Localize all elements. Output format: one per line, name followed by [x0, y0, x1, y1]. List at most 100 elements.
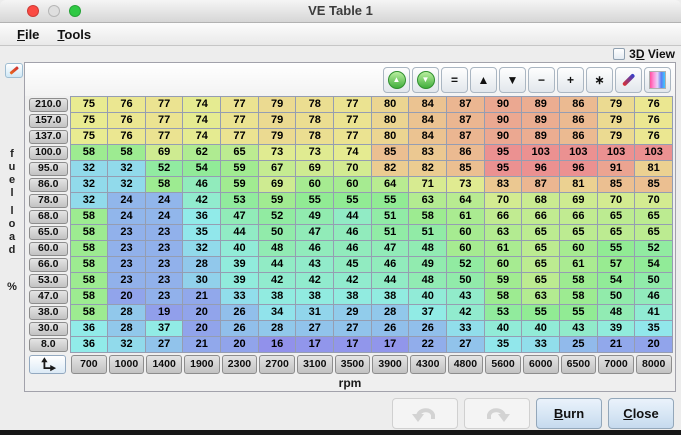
table-cell[interactable]: 52 [634, 240, 673, 257]
table-cell[interactable]: 32 [69, 160, 109, 177]
table-cell[interactable]: 38 [333, 288, 372, 305]
table-cell[interactable]: 76 [107, 96, 146, 113]
table-cell[interactable]: 80 [370, 128, 410, 145]
table-cell[interactable]: 23 [107, 224, 146, 241]
table-cell[interactable]: 58 [69, 256, 109, 273]
3d-view-checkbox[interactable] [613, 48, 626, 60]
table-cell[interactable]: 48 [596, 304, 636, 321]
table-cell[interactable]: 27 [144, 336, 184, 353]
table-cell[interactable]: 58 [69, 304, 109, 321]
table-cell[interactable]: 28 [107, 304, 146, 321]
column-header-button[interactable]: 8000 [635, 355, 672, 374]
table-cell[interactable]: 85 [370, 144, 410, 161]
table-cell[interactable]: 77 [144, 96, 184, 113]
table-cell[interactable]: 25 [559, 336, 598, 353]
table-cell[interactable]: 70 [596, 192, 636, 209]
row-header-button[interactable]: 53.0 [29, 273, 68, 288]
table-cell[interactable]: 55 [370, 192, 410, 209]
table-cell[interactable]: 77 [220, 96, 259, 113]
table-cell[interactable]: 58 [69, 208, 109, 225]
table-cell[interactable]: 70 [483, 192, 523, 209]
table-cell[interactable]: 53 [220, 192, 259, 209]
table-cell[interactable]: 70 [634, 192, 673, 209]
table-cell[interactable]: 44 [370, 272, 410, 289]
row-header-button[interactable]: 66.0 [29, 257, 68, 272]
table-cell[interactable]: 58 [144, 176, 184, 193]
table-cell[interactable]: 75 [69, 128, 109, 145]
table-cell[interactable]: 84 [408, 96, 448, 113]
table-cell[interactable]: 76 [107, 128, 146, 145]
close-window-button[interactable] [27, 5, 39, 17]
row-header-button[interactable]: 78.0 [29, 193, 68, 208]
table-cell[interactable]: 58 [408, 208, 448, 225]
pencil-button[interactable] [615, 66, 642, 93]
table-cell[interactable]: 30 [182, 272, 222, 289]
table-cell[interactable]: 65 [220, 144, 259, 161]
table-cell[interactable]: 79 [596, 128, 636, 145]
table-cell[interactable]: 58 [69, 272, 109, 289]
table-cell[interactable]: 23 [144, 240, 184, 257]
table-cell[interactable]: 51 [408, 224, 448, 241]
table-cell[interactable]: 40 [408, 288, 448, 305]
table-cell[interactable]: 32 [107, 176, 146, 193]
table-cell[interactable]: 36 [182, 208, 222, 225]
table-cell[interactable]: 32 [107, 336, 146, 353]
table-cell[interactable]: 103 [521, 144, 561, 161]
table-cell[interactable]: 60 [333, 176, 372, 193]
column-header-button[interactable]: 1900 [183, 355, 220, 374]
row-header-button[interactable]: 38.0 [29, 305, 68, 320]
table-cell[interactable]: 95 [483, 160, 523, 177]
table-cell[interactable]: 20 [220, 336, 259, 353]
table-cell[interactable]: 58 [483, 288, 523, 305]
table-cell[interactable]: 28 [182, 256, 222, 273]
table-cell[interactable]: 77 [144, 128, 184, 145]
row-header-button[interactable]: 86.0 [29, 177, 68, 192]
table-cell[interactable]: 40 [483, 320, 523, 337]
table-cell[interactable]: 58 [559, 288, 598, 305]
table-cell[interactable]: 79 [596, 96, 636, 113]
table-cell[interactable]: 42 [333, 272, 372, 289]
table-cell[interactable]: 76 [634, 96, 673, 113]
table-cell[interactable]: 29 [333, 304, 372, 321]
table-cell[interactable]: 49 [408, 256, 448, 273]
table-cell[interactable]: 65 [634, 224, 673, 241]
table-cell[interactable]: 26 [408, 320, 448, 337]
table-cell[interactable]: 38 [257, 288, 297, 305]
row-header-button[interactable]: 210.0 [29, 97, 68, 112]
table-cell[interactable]: 78 [295, 128, 335, 145]
table-cell[interactable]: 46 [333, 224, 372, 241]
table-cell[interactable]: 65 [634, 208, 673, 225]
table-cell[interactable]: 53 [483, 304, 523, 321]
table-cell[interactable]: 46 [333, 240, 372, 257]
row-header-button[interactable]: 65.0 [29, 225, 68, 240]
table-cell[interactable]: 59 [220, 160, 259, 177]
green-down-button[interactable]: ▼ [412, 66, 439, 93]
triangle-up-button[interactable]: ▲ [470, 66, 497, 93]
table-cell[interactable]: 35 [483, 336, 523, 353]
table-cell[interactable]: 23 [144, 288, 184, 305]
table-cell[interactable]: 50 [257, 224, 297, 241]
equals-button[interactable]: = [441, 66, 468, 93]
table-cell[interactable]: 86 [446, 144, 485, 161]
column-header-button[interactable]: 4300 [409, 355, 446, 374]
table-cell[interactable]: 26 [220, 304, 259, 321]
table-cell[interactable]: 59 [257, 192, 297, 209]
table-cell[interactable]: 85 [634, 176, 673, 193]
table-cell[interactable]: 52 [257, 208, 297, 225]
column-header-button[interactable]: 6000 [522, 355, 559, 374]
table-cell[interactable]: 41 [634, 304, 673, 321]
table-cell[interactable]: 74 [182, 112, 222, 129]
table-cell[interactable]: 46 [182, 176, 222, 193]
table-cell[interactable]: 27 [446, 336, 485, 353]
table-cell[interactable]: 24 [107, 208, 146, 225]
row-header-button[interactable]: 95.0 [29, 161, 68, 176]
table-cell[interactable]: 65 [521, 240, 561, 257]
table-cell[interactable]: 48 [408, 240, 448, 257]
table-cell[interactable]: 33 [220, 288, 259, 305]
row-header-button[interactable]: 8.0 [29, 337, 68, 352]
table-cell[interactable]: 89 [521, 128, 561, 145]
table-cell[interactable]: 39 [596, 320, 636, 337]
table-cell[interactable]: 23 [107, 240, 146, 257]
table-cell[interactable]: 57 [596, 256, 636, 273]
table-cell[interactable]: 62 [182, 144, 222, 161]
